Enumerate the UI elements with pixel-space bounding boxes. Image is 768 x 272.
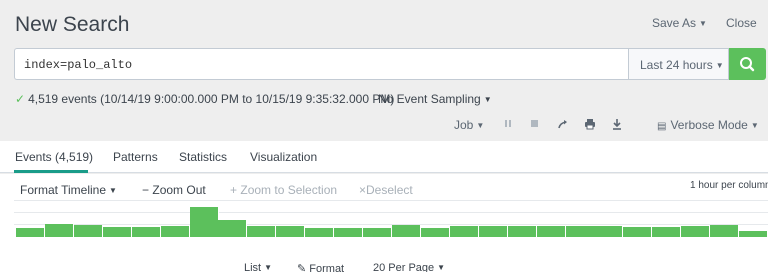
search-mode-icon: ▤ [657, 121, 667, 132]
caret-down-icon: ▼ [437, 263, 446, 272]
zoom-to-selection-label: Zoom to Selection [240, 183, 338, 197]
format-menu[interactable]: ✎ Format [297, 262, 344, 272]
timeline-bar[interactable] [218, 220, 247, 237]
timeline-bar[interactable] [479, 226, 508, 237]
stop-icon[interactable] [527, 117, 541, 131]
timeline-bar[interactable] [103, 227, 132, 237]
timeline-scale-label: 1 hour per column [690, 180, 768, 191]
timeline-bar[interactable] [247, 226, 276, 237]
event-sampling-dropdown[interactable]: No Event Sampling ▼ [378, 92, 492, 106]
caret-down-icon: ▼ [476, 121, 485, 130]
timeline-bar[interactable] [623, 227, 652, 237]
zoom-out-button[interactable]: − Zoom Out [142, 183, 206, 197]
timeline-bar[interactable] [16, 228, 45, 237]
save-as-label: Save As [652, 16, 697, 30]
pause-icon[interactable] [501, 117, 515, 131]
time-range-label: Last 24 hours [640, 58, 713, 72]
pencil-icon: ✎ [297, 263, 307, 272]
search-button[interactable] [729, 48, 766, 80]
caret-down-icon: ▼ [715, 61, 724, 70]
plus-icon: + [230, 183, 238, 197]
list-label: List [244, 262, 262, 272]
timeline-bar[interactable] [594, 226, 623, 237]
minus-icon: − [142, 183, 150, 197]
timeline-bar[interactable] [334, 228, 363, 237]
timeline-bar[interactable] [305, 228, 334, 237]
timeline-bar[interactable] [161, 226, 190, 237]
job-menu[interactable]: Job ▼ [454, 118, 484, 132]
search-mode-label: Verbose Mode [670, 118, 748, 132]
timeline-bar[interactable] [739, 231, 768, 237]
tab-patterns[interactable]: Patterns [113, 150, 158, 164]
caret-down-icon: ▼ [264, 263, 273, 272]
caret-down-icon: ▼ [699, 19, 707, 28]
list-view-menu[interactable]: List ▼ [244, 262, 272, 272]
timeline-bar[interactable] [421, 228, 450, 237]
save-as-menu[interactable]: Save As ▼ [652, 16, 707, 30]
search-query-text: index=palo_alto [24, 58, 133, 72]
timeline-bar[interactable] [276, 226, 305, 237]
per-page-menu[interactable]: 20 Per Page ▼ [373, 262, 445, 272]
format-timeline-menu[interactable]: Format Timeline ▼ [20, 183, 117, 197]
search-mode-dropdown[interactable]: ▤ Verbose Mode ▼ [657, 118, 759, 132]
tab-statistics[interactable]: Statistics [179, 150, 227, 164]
timeline-bar[interactable] [681, 226, 710, 237]
caret-down-icon: ▼ [750, 121, 759, 130]
timeline-bar[interactable] [566, 226, 595, 237]
tab-events[interactable]: Events (4,519) [15, 150, 93, 164]
search-icon [740, 57, 755, 72]
time-range-picker[interactable]: Last 24 hours ▼ [628, 48, 729, 80]
timeline-bar[interactable] [508, 226, 537, 237]
event-count-text: 4,519 events (10/14/19 9:00:00.000 PM to… [28, 92, 395, 106]
timeline-bar[interactable] [652, 227, 681, 237]
export-icon[interactable] [610, 117, 624, 131]
search-input[interactable]: index=palo_alto [14, 48, 628, 80]
format-label: Format [309, 263, 345, 272]
job-label: Job [454, 118, 474, 132]
caret-down-icon: ▼ [109, 186, 117, 195]
event-count-status: ✓ 4,519 events (10/14/19 9:00:00.000 PM t… [15, 92, 394, 106]
timeline-histogram[interactable] [16, 205, 768, 237]
share-icon[interactable] [556, 117, 570, 131]
event-sampling-label: No Event Sampling [378, 92, 481, 106]
close-link[interactable]: Close [726, 16, 757, 30]
format-timeline-label: Format Timeline [20, 183, 107, 197]
timeline-bar[interactable] [74, 225, 103, 237]
active-tab-indicator [14, 170, 88, 173]
deselect-button[interactable]: ×Deselect [359, 183, 413, 197]
zoom-to-selection-button[interactable]: + Zoom to Selection [230, 183, 337, 197]
timeline-bar[interactable] [132, 227, 161, 237]
timeline-gridline [14, 200, 768, 201]
timeline-bar[interactable] [710, 225, 739, 237]
page-title: New Search [15, 13, 130, 36]
timeline-bar[interactable] [190, 207, 219, 237]
x-icon: × [359, 183, 367, 197]
print-icon[interactable] [583, 117, 597, 131]
timeline-bar[interactable] [537, 226, 566, 237]
deselect-label: Deselect [366, 183, 413, 197]
timeline-bar[interactable] [45, 224, 74, 237]
timeline-bar[interactable] [363, 228, 392, 237]
timeline-bar[interactable] [392, 225, 421, 237]
timeline-bar[interactable] [450, 226, 479, 237]
checkmark-icon: ✓ [15, 92, 26, 106]
tab-visualization[interactable]: Visualization [250, 150, 317, 164]
per-page-label: 20 Per Page [373, 262, 435, 272]
zoom-out-label: Zoom Out [152, 183, 206, 197]
caret-down-icon: ▼ [483, 95, 492, 104]
